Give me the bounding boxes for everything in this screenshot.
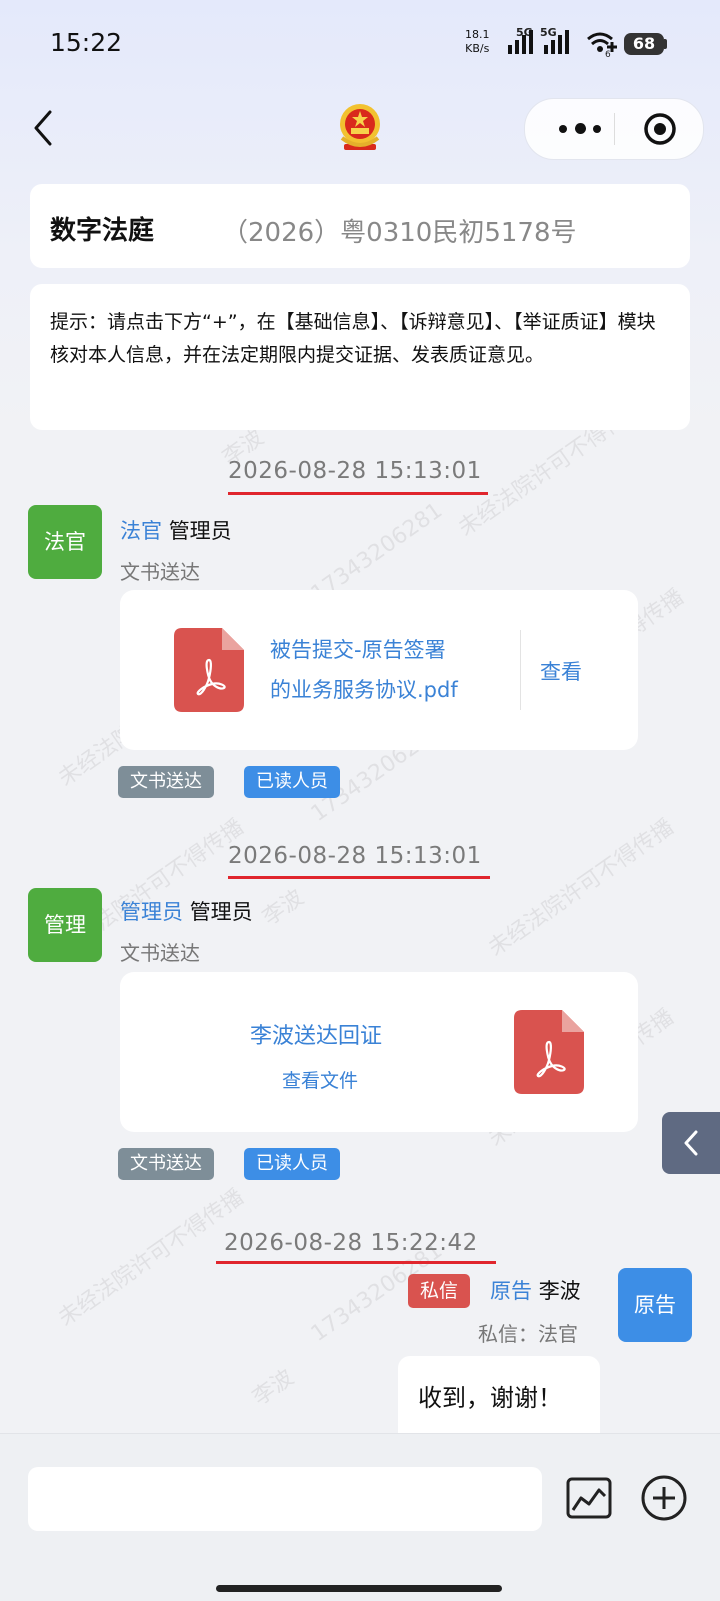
speed-unit: KB/s	[465, 42, 490, 55]
page-title: 数字法庭	[50, 216, 155, 246]
message-type: 文书送达	[120, 941, 200, 965]
case-title-card: 数字法庭 （2026）粤0310民初5178号	[30, 184, 690, 268]
speed-value: 18.1	[465, 28, 490, 41]
text-bubble[interactable]: 收到，谢谢！	[398, 1356, 600, 1434]
timestamp-underline	[228, 492, 488, 495]
read-members-button[interactable]: 已读人员	[244, 1148, 340, 1180]
file-name-line: 被告提交-原告签署	[270, 638, 446, 662]
status-time: 15:22	[50, 28, 123, 57]
more-icon[interactable]	[555, 117, 611, 141]
case-number: （2026）粤0310民初5178号	[222, 218, 577, 248]
tip-card: 提示：请点击下方“+”，在【基础信息】、【诉辩意见】、【举证质证】模块核对本人信…	[30, 284, 690, 430]
view-file-link[interactable]: 查看文件	[282, 1066, 358, 1093]
watermark-text: 李波	[258, 885, 309, 931]
message-text: 收到，谢谢！	[418, 1384, 562, 1412]
private-recipient: 私信：法官	[478, 1322, 578, 1346]
battery-tip	[664, 39, 667, 49]
tag-doc-delivery: 文书送达	[118, 1148, 214, 1180]
side-panel-toggle[interactable]	[662, 1112, 720, 1174]
pdf-icon	[514, 1010, 584, 1094]
read-members-button[interactable]: 已读人员	[244, 766, 340, 798]
sender-line: 原告 李波	[490, 1275, 581, 1305]
file-name[interactable]: 被告提交-原告签署 的业务服务协议.pdf	[270, 630, 458, 710]
chevron-left-icon	[684, 1130, 698, 1156]
timestamp-underline	[228, 876, 490, 879]
file-title[interactable]: 李波送达回证	[250, 1018, 382, 1050]
avatar[interactable]: 管理	[28, 888, 102, 962]
bottom-input-bar	[0, 1433, 720, 1601]
timestamp-underline	[216, 1261, 496, 1264]
file-name-line: 的业务服务协议.pdf	[270, 678, 458, 702]
signal-icon	[544, 30, 569, 54]
sender-line: 法官 管理员	[120, 515, 232, 545]
tip-text: 提示：请点击下方“+”，在【基础信息】、【诉辩意见】、【举证质证】模块核对本人信…	[50, 311, 656, 366]
file-card[interactable]: 被告提交-原告签署 的业务服务协议.pdf 查看	[120, 590, 638, 750]
sender-name: 管理员	[168, 519, 232, 543]
message-timestamp: 2026-08-28 15:22:42	[224, 1230, 478, 1256]
message-timestamp: 2026-08-28 15:13:01	[228, 458, 482, 484]
battery-icon: 68	[624, 33, 664, 55]
network-speed: 18.1 KB/s	[465, 28, 490, 56]
message-input[interactable]	[28, 1467, 542, 1531]
sender-name: 李波	[538, 1279, 581, 1303]
card-divider	[520, 630, 521, 710]
status-bar: 15:22 18.1 KB/s 5G 5G 6 68	[0, 0, 720, 90]
home-indicator	[216, 1585, 502, 1592]
view-button[interactable]: 查看	[540, 656, 582, 686]
private-message-tag: 私信	[408, 1274, 471, 1308]
back-icon[interactable]	[26, 108, 60, 148]
avatar[interactable]: 原告	[618, 1268, 692, 1342]
tag-doc-delivery: 文书送达	[118, 766, 214, 798]
watermark-text: 未经法院许可不得传播	[484, 814, 679, 962]
plus-icon[interactable]	[640, 1474, 688, 1522]
mini-program-capsule	[524, 98, 704, 160]
wifi-sub-label: 6	[605, 50, 611, 60]
sender-role: 原告	[490, 1279, 532, 1303]
sender-line: 管理员 管理员	[120, 896, 253, 926]
pdf-icon	[174, 628, 244, 712]
sender-role: 法官	[120, 519, 162, 543]
signal-icon	[508, 30, 533, 54]
avatar[interactable]: 法官	[28, 505, 102, 579]
capsule-divider	[614, 113, 615, 145]
watermark-text: 李波	[248, 1365, 299, 1411]
message-type: 文书送达	[120, 560, 200, 584]
image-icon[interactable]	[565, 1476, 613, 1520]
sender-name: 管理员	[189, 900, 253, 924]
target-icon[interactable]	[643, 112, 677, 146]
message-timestamp: 2026-08-28 15:13:01	[228, 843, 482, 869]
file-card[interactable]: 李波送达回证 查看文件	[120, 972, 638, 1132]
emblem-icon	[340, 104, 380, 150]
watermark-text: 未经法院许可不得传播	[54, 1184, 249, 1332]
wifi-icon	[587, 32, 617, 52]
sender-role: 管理员	[120, 900, 183, 924]
